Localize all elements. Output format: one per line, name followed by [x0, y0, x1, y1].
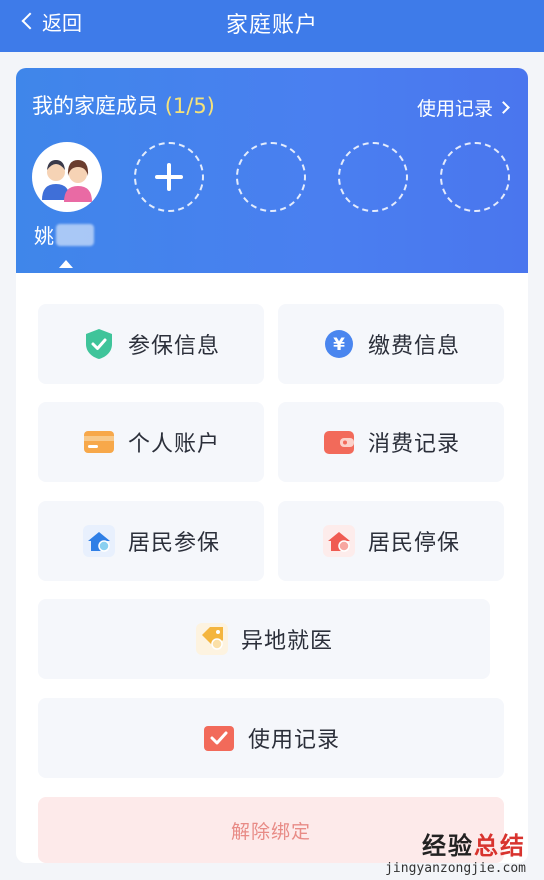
redacted-name: [56, 223, 94, 246]
yen-coin-icon: ¥: [322, 327, 356, 361]
resident-stop-button[interactable]: 居民停保: [278, 501, 504, 581]
resident-stop-label: 居民停保: [367, 531, 460, 556]
member-name: 姚: [34, 220, 94, 249]
watermark-part1: 经验: [422, 832, 474, 860]
consumption-records-button[interactable]: 消费记录: [278, 402, 504, 482]
selected-indicator: [59, 260, 73, 268]
insurance-info-button[interactable]: 参保信息: [38, 304, 264, 384]
offsite-medical-button[interactable]: 异地就医: [38, 599, 490, 679]
usage-records-button[interactable]: 使用记录: [38, 698, 504, 778]
watermark-url: jingyanzongjie.com: [385, 861, 526, 876]
payment-info-label: 缴费信息: [367, 334, 460, 359]
top-nav-bar: 返回 家庭账户: [0, 0, 544, 52]
card-icon: [82, 425, 116, 459]
add-member-button[interactable]: [134, 142, 204, 212]
shield-check-icon: [82, 327, 116, 361]
offsite-medical-label: 异地就医: [240, 629, 333, 654]
couple-avatar-icon: [42, 160, 92, 202]
watermark: 经验总结 jingyanzongjie.com: [385, 826, 526, 876]
payment-info-button[interactable]: ¥ 缴费信息: [278, 304, 504, 384]
records-link-label: 使用记录: [416, 98, 493, 120]
personal-account-button[interactable]: 个人账户: [38, 402, 264, 482]
insurance-info-label: 参保信息: [127, 334, 220, 359]
chevron-right-icon: [497, 101, 510, 114]
watermark-part2: 总结: [474, 832, 526, 860]
account-card: 我的家庭成员 (1/5) 使用记录 姚 参保信息 ¥ 缴费信息 个人账户 消费记…: [16, 68, 528, 863]
checkbox-record-icon: [202, 721, 236, 755]
family-members-panel: 我的家庭成员 (1/5) 使用记录 姚: [16, 68, 528, 273]
empty-member-slot[interactable]: [236, 142, 306, 212]
usage-records-label: 使用记录: [247, 728, 340, 753]
house-stop-icon: [322, 524, 356, 558]
resident-insure-button[interactable]: 居民参保: [38, 501, 264, 581]
personal-account-label: 个人账户: [127, 432, 220, 457]
member-name-text: 姚: [34, 224, 54, 248]
resident-insure-label: 居民参保: [127, 531, 220, 556]
empty-member-slot[interactable]: [338, 142, 408, 212]
page-title: 家庭账户: [225, 13, 318, 38]
family-title: 我的家庭成员 (1/5): [32, 90, 215, 120]
watermark-text: 经验总结: [385, 826, 526, 861]
wallet-icon: [322, 425, 356, 459]
family-title-text: 我的家庭成员: [32, 94, 158, 118]
family-count: (1/5): [164, 94, 215, 118]
consumption-records-label: 消费记录: [367, 432, 460, 457]
empty-member-slot[interactable]: [440, 142, 510, 212]
plus-icon: [155, 163, 183, 191]
tag-medical-icon: [195, 622, 229, 656]
house-insure-icon: [82, 524, 116, 558]
member-avatar[interactable]: [32, 142, 102, 212]
svg-text:¥: ¥: [333, 335, 345, 355]
family-records-link[interactable]: 使用记录: [416, 94, 510, 121]
